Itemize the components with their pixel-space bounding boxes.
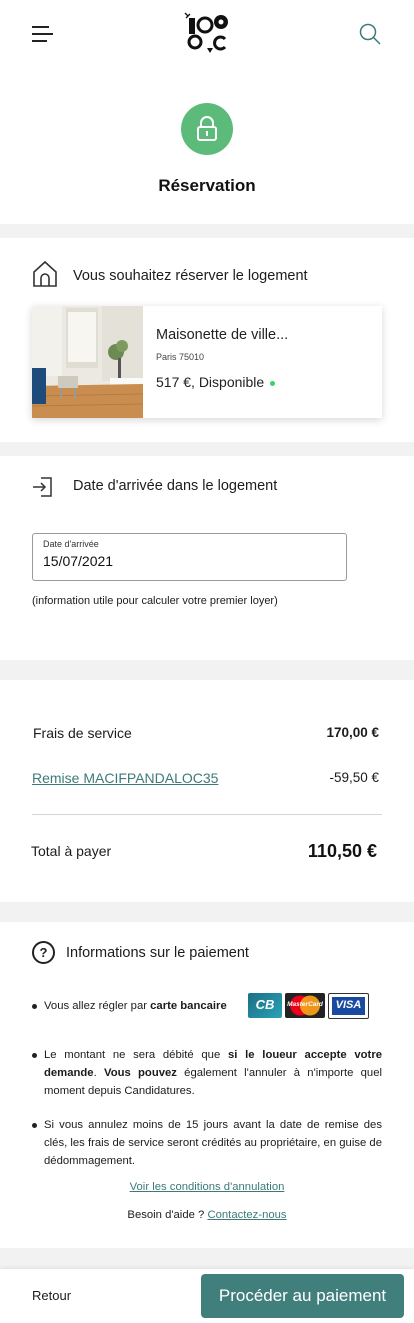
payment-info-heading: Informations sur le paiement: [66, 945, 249, 961]
total-label: Total à payer: [31, 843, 112, 859]
lock-icon: [197, 116, 217, 141]
enter-icon: [32, 476, 54, 503]
page-title: Réservation: [158, 176, 256, 195]
service-fee-value: 170,00 €: [326, 725, 379, 740]
bullet-text: Vous allez régler par: [44, 1000, 151, 1012]
arrival-date-label: Date d'arrivée: [43, 539, 99, 549]
question-icon: ?: [32, 941, 55, 964]
bullet-bold-text: Vous pouvez: [104, 1067, 177, 1079]
arrival-heading: Date d'arrivée dans le logement: [73, 478, 278, 494]
service-fee-label: Frais de service: [33, 725, 132, 741]
visa-label: VISA: [335, 999, 362, 1011]
lock-badge: [181, 103, 233, 155]
payment-bullet-cancel: Si vous annulez moins de 15 jours avant …: [32, 1116, 382, 1170]
price-status-text: 517 €, Disponible: [156, 374, 265, 390]
arrival-date-field[interactable]: Date d'arrivée: [32, 533, 347, 581]
listing-title: Maisonette de ville...: [156, 327, 289, 343]
bullet-bold-text: carte bancaire: [150, 1000, 227, 1012]
bottom-action-bar: Retour Procéder au paiement: [0, 1269, 414, 1323]
menu-icon[interactable]: [32, 26, 53, 42]
availability-dot: [270, 380, 276, 386]
arrival-info-text: (information utile pour calculer votre p…: [32, 595, 278, 607]
search-icon[interactable]: [358, 22, 382, 46]
mastercard-icon: MasterCard: [285, 993, 325, 1018]
cb-card-icon: CB: [248, 993, 282, 1018]
listing-card[interactable]: Maisonette de ville... Paris 75010 517 €…: [32, 306, 382, 418]
bullet-text: Le montant ne sera débité que: [44, 1049, 228, 1061]
price-summary: [0, 680, 414, 902]
promo-code-link[interactable]: Remise MACIFPANDALOC35: [32, 770, 218, 786]
bullet-text: Si vous annulez moins de 15 jours avant …: [44, 1119, 382, 1167]
card-brand-logos: CB MasterCard VISA: [248, 993, 370, 1019]
pandaloc-logo[interactable]: [183, 12, 231, 56]
summary-divider: [32, 814, 382, 815]
listing-city: Paris 75010: [156, 352, 205, 362]
arrival-date-input[interactable]: [43, 553, 323, 569]
bullet-dot: [32, 1053, 37, 1058]
total-value: 110,50 €: [307, 841, 377, 861]
contact-link[interactable]: Contactez-nous: [207, 1209, 286, 1221]
visa-icon: VISA: [328, 993, 369, 1019]
bullet-text: .: [93, 1067, 104, 1079]
promo-discount-value: -59,50 €: [329, 770, 379, 785]
house-icon: [32, 260, 58, 293]
help-text: Besoin d'aide ?: [127, 1209, 205, 1221]
cb-card-label: CB: [255, 997, 275, 1012]
bullet-dot: [32, 1123, 37, 1128]
listing-photo: [32, 306, 143, 418]
back-button[interactable]: Retour: [32, 1288, 71, 1303]
proceed-payment-button[interactable]: Procéder au paiement: [201, 1274, 404, 1318]
bullet-dot: [32, 1004, 37, 1009]
top-bar: [0, 0, 414, 68]
listing-price-status: 517 €, Disponible: [156, 374, 276, 390]
cancellation-conditions-link[interactable]: Voir les conditions d'annulation: [0, 1181, 414, 1193]
mastercard-label: MasterCard: [287, 1001, 323, 1008]
payment-bullet-debit: Le montant ne sera débité que si le loue…: [32, 1046, 382, 1100]
listing-heading: Vous souhaitez réserver le logement: [73, 268, 308, 284]
help-line: Besoin d'aide ? Contactez-nous: [0, 1209, 414, 1221]
